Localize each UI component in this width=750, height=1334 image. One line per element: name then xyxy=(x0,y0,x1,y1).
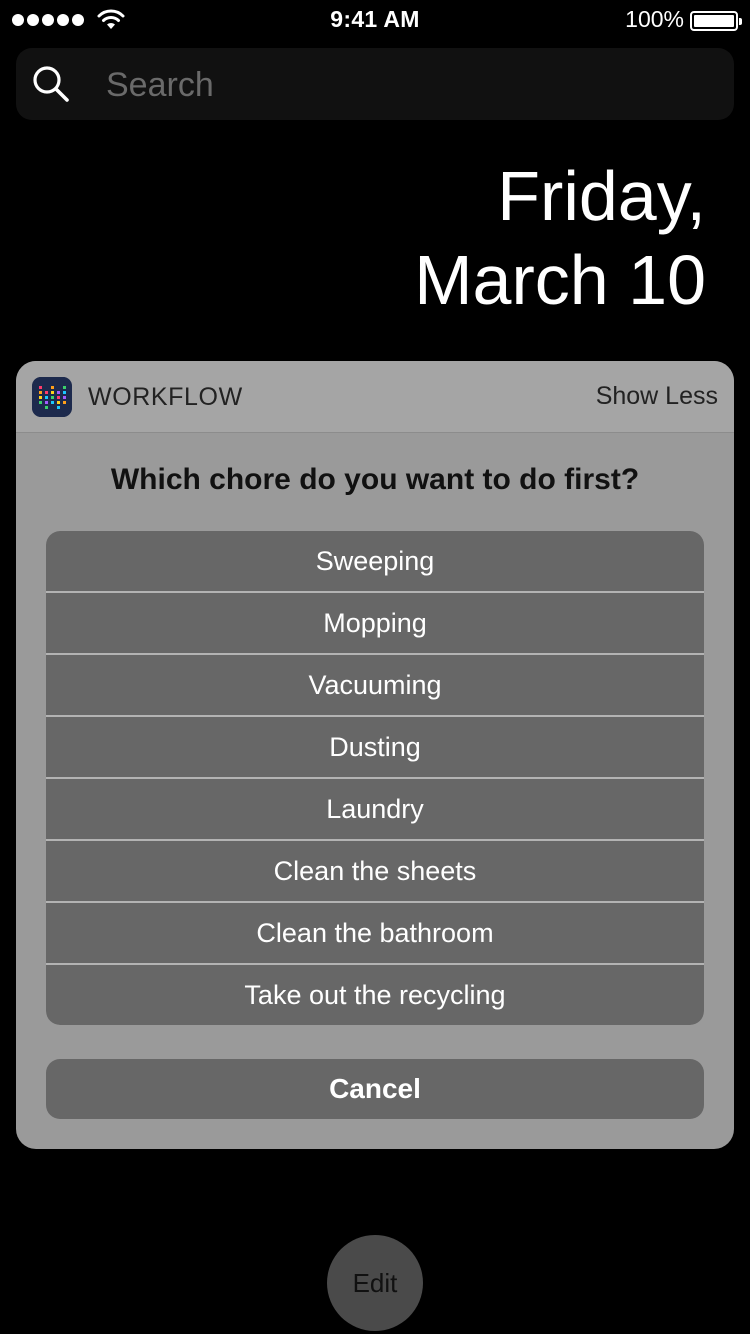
battery-nub xyxy=(739,18,742,25)
date-heading: Friday, March 10 xyxy=(414,154,706,322)
option-dusting-button[interactable]: Dusting xyxy=(46,717,704,779)
date-weekday: Friday, xyxy=(497,157,706,235)
status-bar: 9:41 AM 100% xyxy=(0,0,750,40)
search-bar[interactable]: Search xyxy=(16,48,734,120)
option-recycling-button[interactable]: Take out the recycling xyxy=(46,965,704,1025)
option-laundry-button[interactable]: Laundry xyxy=(46,779,704,841)
edit-button[interactable]: Edit xyxy=(327,1235,423,1331)
today-view-screen: 9:41 AM 100% Search Friday, March 10 WOR… xyxy=(0,0,750,1334)
workflow-app-icon xyxy=(32,377,72,417)
battery-fill xyxy=(694,15,734,27)
option-clean-bathroom-button[interactable]: Clean the bathroom xyxy=(46,903,704,965)
search-icon xyxy=(33,66,69,102)
chore-options-list: Sweeping Mopping Vacuuming Dusting Laund… xyxy=(46,531,704,1025)
widget-app-name: WORKFLOW xyxy=(88,383,243,411)
battery-percent: 100% xyxy=(625,6,684,32)
widget-header: WORKFLOW Show Less xyxy=(16,361,734,433)
cancel-button[interactable]: Cancel xyxy=(46,1059,704,1119)
option-vacuuming-button[interactable]: Vacuuming xyxy=(46,655,704,717)
search-placeholder: Search xyxy=(106,66,214,104)
option-clean-sheets-button[interactable]: Clean the sheets xyxy=(46,841,704,903)
date-day: March 10 xyxy=(414,241,706,319)
option-sweeping-button[interactable]: Sweeping xyxy=(46,531,704,593)
workflow-widget: WORKFLOW Show Less Which chore do you wa… xyxy=(16,361,734,1149)
option-mopping-button[interactable]: Mopping xyxy=(46,593,704,655)
battery-icon xyxy=(690,11,742,31)
show-less-button[interactable]: Show Less xyxy=(596,382,718,411)
prompt-question: Which chore do you want to do first? xyxy=(110,463,640,496)
